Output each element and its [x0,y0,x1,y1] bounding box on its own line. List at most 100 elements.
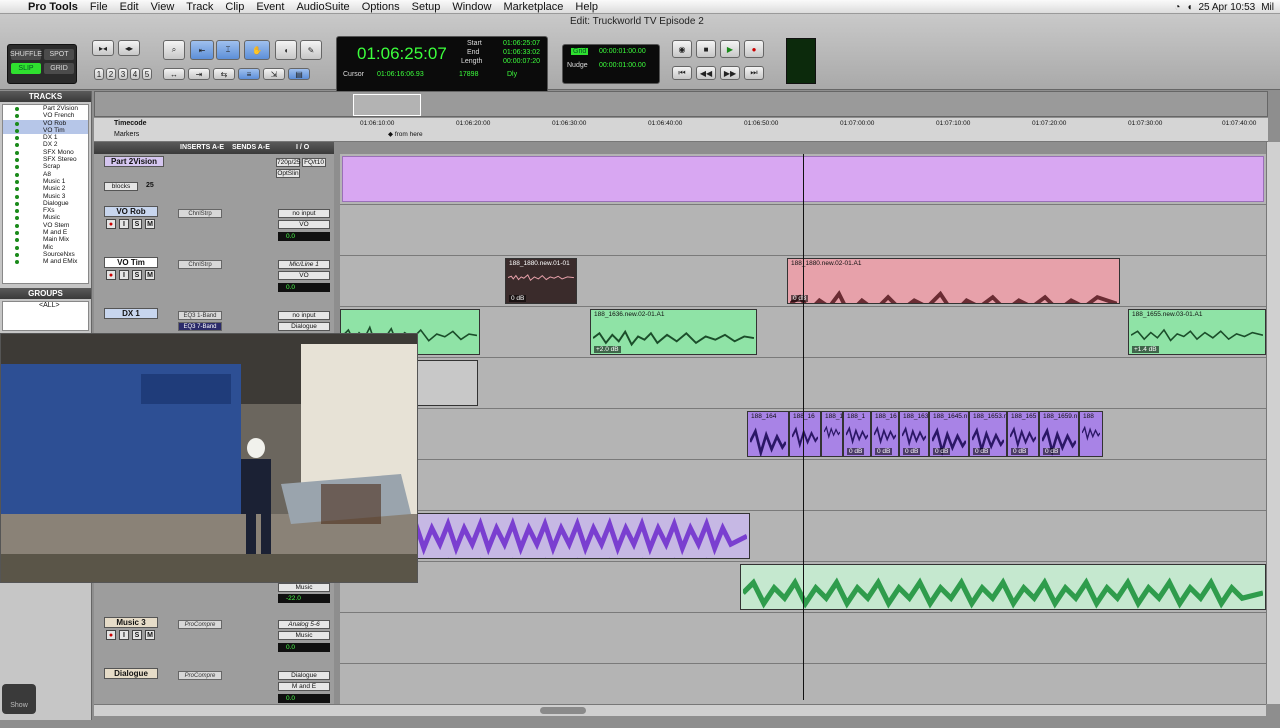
rewind-button[interactable]: ◀◀ [696,66,716,80]
audio-clip[interactable]: 188_165 0 dB [1007,411,1039,457]
insertion-follow-button[interactable]: ⇲ [263,68,285,80]
track-visible-icon[interactable] [15,260,19,265]
menu-app[interactable]: Pro Tools [22,1,84,13]
pencil-tool-icon[interactable]: ✎ [300,40,322,60]
volume-readout[interactable]: 0.0 [278,232,330,241]
solo-button[interactable]: S [132,219,142,229]
input-monitor-button[interactable]: I [119,630,129,640]
video-view-select[interactable]: blocks [104,182,138,191]
video-format[interactable]: 720p/25 [276,158,301,167]
link-track-button[interactable]: ⇆ [213,68,235,80]
track-list-item[interactable]: SFX Mono [3,149,88,156]
track-name-dx1[interactable]: DX 1 [104,308,158,319]
zoom-preset-3[interactable]: 3 [118,68,128,80]
track-visible-icon[interactable] [15,158,19,163]
track-visible-icon[interactable] [15,172,19,177]
input-selector[interactable]: no input [278,311,330,320]
audio-clip[interactable]: 188_1 0 dB [843,411,871,457]
audio-clip[interactable]: 188_1645.n 0 dB [929,411,969,457]
track-visible-icon[interactable] [15,216,19,221]
group-all[interactable]: <ALL> [3,302,88,309]
audio-clip[interactable]: 188_164 [747,411,789,457]
track-name-music3[interactable]: Music 3 [104,617,158,628]
tab-to-transient-button[interactable]: ↔ [163,68,185,80]
track-list-item[interactable]: SFX Stereo [3,156,88,163]
zoom-preset-1[interactable]: 1 [94,68,104,80]
video-option[interactable]: OptSlin [276,169,300,178]
volume-icon[interactable]: ◖ [1186,2,1192,13]
universe-overview[interactable] [94,91,1268,117]
menu-file[interactable]: File [84,1,114,13]
menu-setup[interactable]: Setup [406,1,447,13]
wifi-icon[interactable]: ◔ [1174,2,1180,13]
scrubber-tool-icon[interactable]: ◖ [275,40,297,60]
track-list-item[interactable]: VO Stem [3,222,88,229]
track-list-item[interactable]: FXs [3,207,88,214]
track-visible-icon[interactable] [15,121,19,126]
track-list-item[interactable]: Music 2 [3,185,88,192]
trim-tool-icon[interactable]: ⇤ [190,40,214,60]
track-name-vo-tim[interactable]: VO Tim [104,257,158,268]
track-visible-icon[interactable] [15,165,19,170]
audio-clip[interactable]: 188_1 [821,411,843,457]
track-visible-icon[interactable] [15,238,19,243]
vertical-scrollbar[interactable] [1266,142,1280,704]
insert-slot-2[interactable]: EQ3 7-Band [178,322,222,331]
track-visible-icon[interactable] [15,114,19,119]
insert-slot[interactable]: ProCompre [178,671,222,680]
track-list-item[interactable]: Dialogue [3,200,88,207]
menu-window[interactable]: Window [446,1,497,13]
overview-view-rect[interactable] [353,94,421,116]
solo-button[interactable]: S [132,630,142,640]
output-selector[interactable]: M and E [278,682,330,691]
mute-button[interactable]: M [145,270,155,280]
solo-button[interactable]: S [132,270,142,280]
menu-track[interactable]: Track [180,1,219,13]
menu-edit[interactable]: Edit [114,1,145,13]
return-to-zero-button[interactable]: ⏮ [672,66,692,80]
go-to-end-button[interactable]: ⏭ [744,66,764,80]
zoom-preset-4[interactable]: 4 [130,68,140,80]
audio-clip[interactable]: 188_1655.new.03-01.A1 +1.4 dB [1128,309,1266,355]
play-button[interactable]: ▶ [720,40,740,58]
track-visible-icon[interactable] [15,150,19,155]
track-visible-icon[interactable] [15,107,19,111]
grabber-tool-icon[interactable]: ✋ [244,40,270,60]
track-list-item[interactable]: VO French [3,112,88,119]
video-rate[interactable]: FQ/t10 [302,158,326,167]
zoom-preset-5[interactable]: 5 [142,68,152,80]
audio-clip[interactable]: 188_163 0 dB [899,411,929,457]
track-list-item[interactable]: VO Rob [3,119,88,127]
zoomer-tool-icon[interactable]: ⌕ [163,40,185,60]
grid-value[interactable]: 00:00:01:00.00 [599,48,646,55]
mute-button[interactable]: M [145,630,155,640]
record-enable-button[interactable]: ● [106,630,116,640]
insert-slot[interactable]: ChnlStrp [178,209,222,218]
track-list-item[interactable]: SourceNxs [3,251,88,258]
insert-slot[interactable]: EQ3 1-Band [178,311,222,320]
track-list-item[interactable]: VO Tim [3,126,88,135]
audio-clip[interactable]: 188_1880.new.02-01.A1 0 dB [787,258,1120,304]
track-visible-icon[interactable] [15,209,19,214]
audio-clip[interactable]: 188_16 0 dB [871,411,899,457]
track-list-item[interactable]: Scrap [3,163,88,170]
track-name-part2vision[interactable]: Part 2Vision [104,156,164,167]
clock-text[interactable]: 25 Apr 10:53 [1199,2,1256,13]
slip-mode-button[interactable]: SLIP [11,63,41,74]
online-button[interactable]: ◉ [672,40,692,58]
audio-clip[interactable]: 188_1653.n 0 dB [969,411,1007,457]
output-selector[interactable]: VO [278,271,330,280]
spot-mode-button[interactable]: SPOT [44,49,74,60]
track-visible-icon[interactable] [15,128,19,133]
zoom-preset-2[interactable]: 2 [106,68,116,80]
input-selector[interactable]: Analog 5-6 [278,620,330,629]
dly-indicator[interactable]: Dly [507,71,517,78]
volume-readout[interactable]: 0.0 [278,694,330,703]
track-list-item[interactable]: A8 [3,171,88,178]
grid-mode-button[interactable]: GRID [44,63,74,74]
menu-view[interactable]: View [145,1,181,13]
fast-forward-button[interactable]: ▶▶ [720,66,740,80]
audio-clip[interactable] [740,564,1266,610]
volume-readout[interactable]: -22.0 [278,594,330,603]
input-monitor-button[interactable]: I [119,219,129,229]
